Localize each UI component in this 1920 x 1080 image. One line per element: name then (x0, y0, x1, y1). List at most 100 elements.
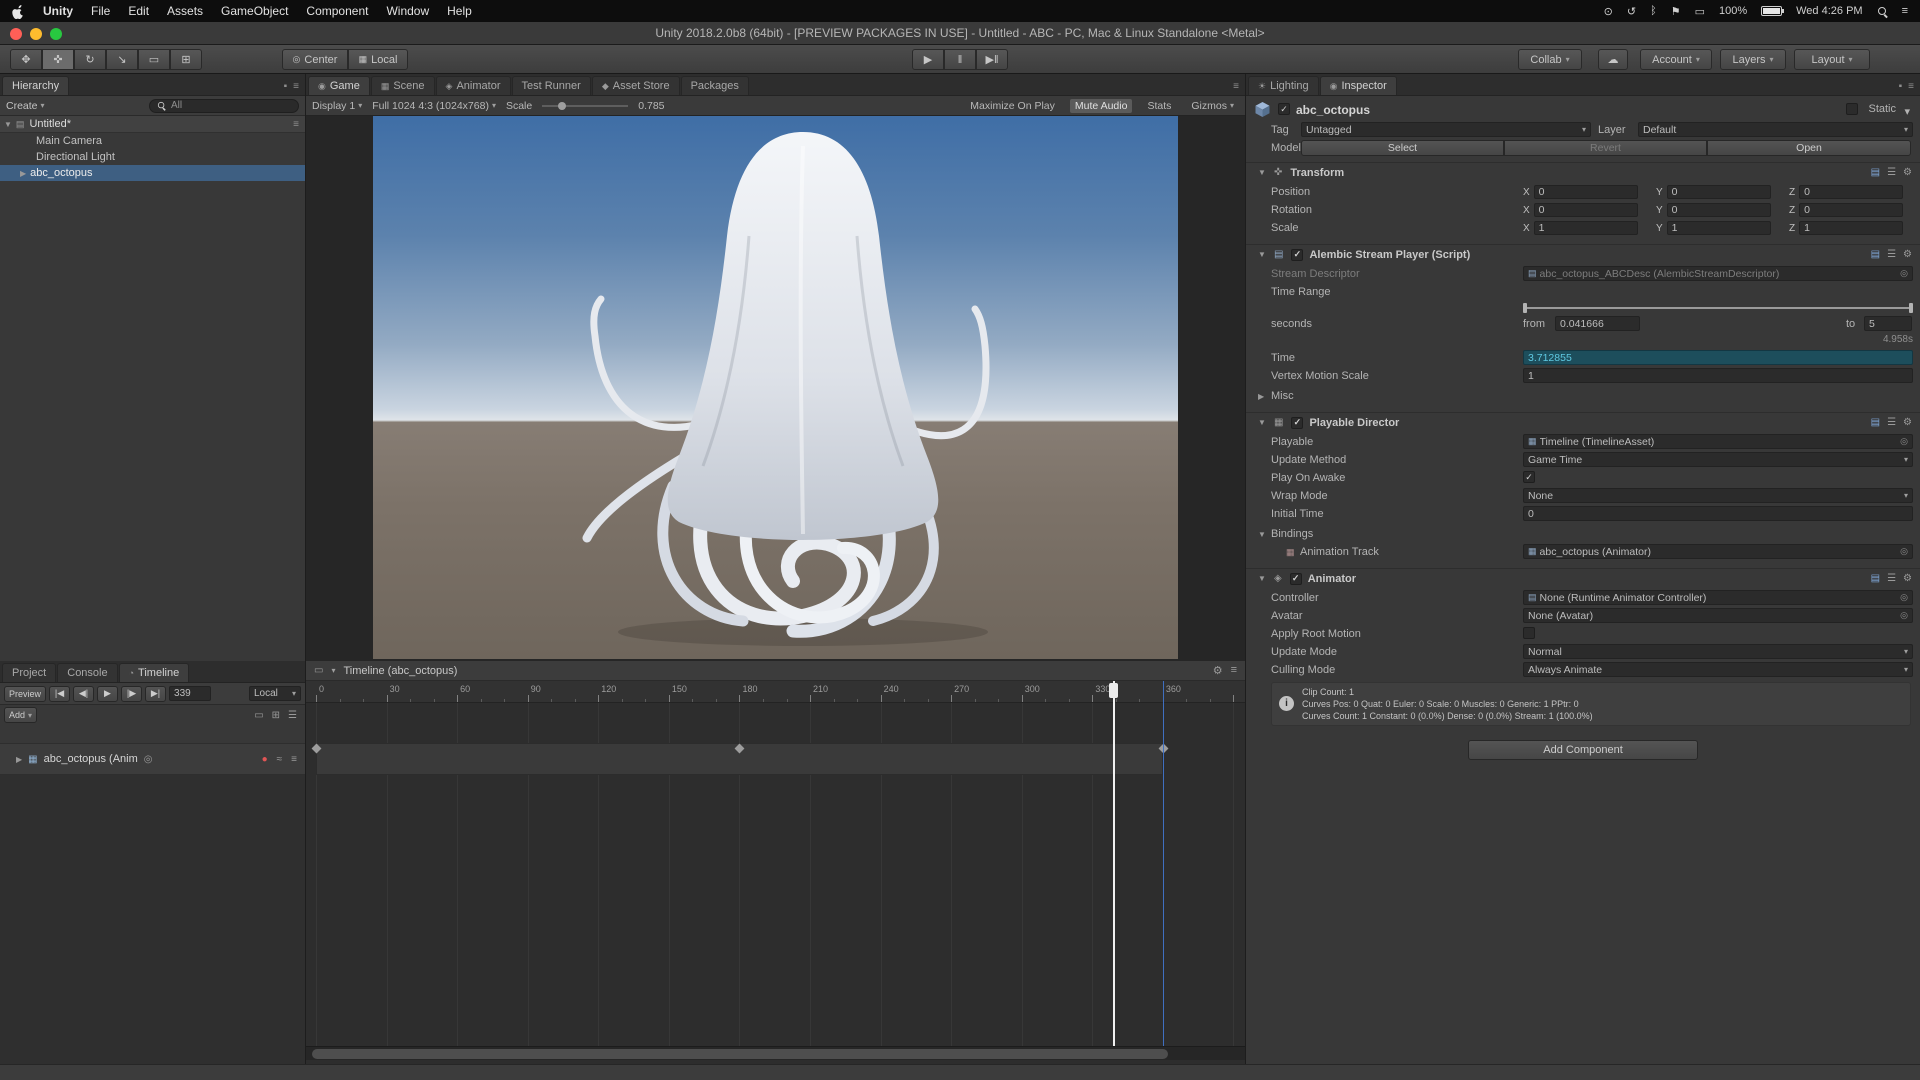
panel-menu-icon[interactable]: ≡ (293, 81, 299, 92)
track-foldout-icon[interactable]: ▶ (16, 755, 22, 764)
gear-icon[interactable]: ⚙ (1903, 249, 1912, 260)
static-checkbox[interactable] (1846, 103, 1858, 115)
scale-z-field[interactable]: 1 (1799, 221, 1903, 235)
display-icon[interactable]: ▭ (1695, 5, 1705, 18)
collab-button[interactable]: Collab▾ (1518, 49, 1582, 70)
curves-toggle-icon[interactable]: ≈ (277, 754, 283, 765)
scale-slider-thumb[interactable] (558, 102, 566, 110)
scale-slider[interactable] (542, 101, 628, 111)
time-field[interactable]: 3.712855 (1523, 350, 1913, 365)
tab-packages[interactable]: Packages (681, 76, 749, 95)
rotation-z-field[interactable]: 0 (1799, 203, 1903, 217)
static-dropdown-icon[interactable]: ▾ (1904, 105, 1910, 118)
create-button[interactable]: Create▾ (6, 100, 45, 112)
menu-window[interactable]: Window (386, 4, 429, 18)
previous-frame-button[interactable]: ◀| (73, 686, 94, 702)
tab-animator[interactable]: ◈Animator (436, 76, 511, 95)
track-picker-icon[interactable]: ◎ (144, 754, 153, 765)
goto-end-button[interactable]: ▶| (145, 686, 166, 702)
alembic-header[interactable]: ▼ ▤ ✓ Alembic Stream Player (Script) ▤☰⚙ (1246, 244, 1920, 264)
play-button[interactable]: ▶ (912, 49, 944, 70)
close-window-button[interactable] (10, 28, 22, 40)
timeline-gear-icon[interactable]: ⚙ (1213, 664, 1223, 677)
animator-enabled-checkbox[interactable]: ✓ (1290, 573, 1302, 585)
position-y-field[interactable]: 0 (1667, 185, 1771, 199)
model-revert-button[interactable]: Revert (1504, 140, 1707, 156)
object-picker-icon[interactable]: ◎ (1900, 610, 1908, 621)
active-checkbox[interactable]: ✓ (1278, 103, 1290, 115)
position-x-field[interactable]: 0 (1534, 185, 1638, 199)
tab-console[interactable]: Console (57, 663, 117, 682)
item-foldout-icon[interactable]: ▶ (20, 169, 26, 178)
rotation-y-field[interactable]: 0 (1667, 203, 1771, 217)
add-track-button[interactable]: Add▾ (4, 707, 37, 723)
stats-toggle[interactable]: Stats (1142, 99, 1176, 113)
scale-tool-button[interactable]: ↘ (106, 49, 138, 70)
playable-director-header[interactable]: ▼ ▦ ✓ Playable Director ▤☰⚙ (1246, 412, 1920, 432)
move-tool-button[interactable]: ✜ (42, 49, 74, 70)
preset-icon[interactable]: ☰ (1887, 167, 1896, 178)
playable-field[interactable]: ▦Timeline (TimelineAsset)◎ (1523, 434, 1913, 449)
mix-mode-icon[interactable]: ▭ (254, 710, 263, 721)
object-picker-icon[interactable]: ◎ (1900, 592, 1908, 603)
timeline-area[interactable]: ▭ ▾ Timeline (abc_octopus) ⚙ ≡ 030609012… (306, 661, 1245, 1064)
update-mode-dropdown[interactable]: Normal▾ (1523, 644, 1913, 659)
object-picker-icon[interactable]: ◎ (1900, 268, 1908, 279)
controller-field[interactable]: ▤None (Runtime Animator Controller)◎ (1523, 590, 1913, 605)
position-z-field[interactable]: 0 (1799, 185, 1903, 199)
misc-foldout-icon[interactable]: ▶ (1258, 392, 1264, 401)
menu-gameobject[interactable]: GameObject (221, 4, 288, 18)
inspector-menu-icon[interactable]: ≡ (1908, 81, 1914, 92)
track-menu-icon[interactable]: ≡ (291, 754, 297, 765)
transform-foldout-icon[interactable]: ▼ (1258, 168, 1266, 177)
rotate-tool-button[interactable]: ↻ (74, 49, 106, 70)
wrap-mode-dropdown[interactable]: None▾ (1523, 488, 1913, 503)
animation-track-field[interactable]: ▦abc_octopus (Animator)◎ (1523, 544, 1913, 559)
hierarchy-item-directional-light[interactable]: Directional Light (0, 149, 305, 165)
from-field[interactable]: 0.041666 (1555, 316, 1640, 331)
timeline-dropdown-icon[interactable]: ▾ (331, 666, 335, 675)
pause-button[interactable]: ‖ (944, 49, 976, 70)
bluetooth-icon[interactable]: ᛒ (1650, 5, 1657, 17)
time-machine-icon[interactable]: ↺ (1627, 5, 1636, 18)
initial-time-field[interactable]: 0 (1523, 506, 1913, 521)
menu-unity[interactable]: Unity (43, 4, 73, 18)
alembic-foldout-icon[interactable]: ▼ (1258, 250, 1266, 259)
rect-tool-button[interactable]: ▭ (138, 49, 170, 70)
range-min-handle[interactable] (1523, 303, 1527, 313)
tab-scene[interactable]: ▦Scene (371, 76, 435, 95)
game-panel-menu-icon[interactable]: ≡ (1233, 81, 1239, 92)
animator-foldout-icon[interactable]: ▼ (1258, 574, 1266, 583)
transform-header[interactable]: ▼ ✜ Transform ▤☰⚙ (1246, 162, 1920, 182)
hand-tool-button[interactable]: ✥ (10, 49, 42, 70)
apple-icon[interactable] (12, 4, 25, 19)
vertex-motion-scale-field[interactable]: 1 (1523, 368, 1913, 383)
help-icon[interactable]: ▤ (1871, 249, 1880, 260)
menu-file[interactable]: File (91, 4, 110, 18)
help-icon[interactable]: ▤ (1871, 167, 1880, 178)
mute-audio-toggle[interactable]: Mute Audio (1070, 99, 1133, 113)
timeline-ruler[interactable]: 0306090120150180210240270300330360 (306, 681, 1245, 703)
hierarchy-item-abc-octopus[interactable]: ▶abc_octopus (0, 165, 305, 181)
timeline-menu-icon[interactable]: ≡ (1231, 664, 1237, 677)
display-dropdown[interactable]: Display 1▾ (312, 100, 362, 112)
animator-header[interactable]: ▼ ◈ ✓ Animator ▤☰⚙ (1246, 568, 1920, 588)
scale-x-field[interactable]: 1 (1534, 221, 1638, 235)
playhead-handle[interactable] (1109, 683, 1118, 698)
help-icon[interactable]: ▤ (1871, 573, 1880, 584)
tab-test-runner[interactable]: Test Runner (512, 76, 591, 95)
timeline-play-button[interactable]: ▶ (97, 686, 118, 702)
model-open-button[interactable]: Open (1707, 140, 1911, 156)
director-enabled-checkbox[interactable]: ✓ (1291, 417, 1303, 429)
menu-component[interactable]: Component (306, 4, 368, 18)
object-picker-icon[interactable]: ◎ (1900, 546, 1908, 557)
stream-descriptor-field[interactable]: ▤abc_octopus_ABCDesc (AlembicStreamDescr… (1523, 266, 1913, 281)
tab-game[interactable]: ◉Game (308, 76, 370, 95)
minimize-window-button[interactable] (30, 28, 42, 40)
culling-mode-dropdown[interactable]: Always Animate▾ (1523, 662, 1913, 677)
layout-button[interactable]: Layout▾ (1794, 49, 1870, 70)
layer-dropdown[interactable]: Default▾ (1638, 122, 1913, 137)
transform-tool-button[interactable]: ⊞ (170, 49, 202, 70)
alembic-enabled-checkbox[interactable]: ✓ (1291, 249, 1303, 261)
help-icon[interactable]: ▤ (1871, 417, 1880, 428)
